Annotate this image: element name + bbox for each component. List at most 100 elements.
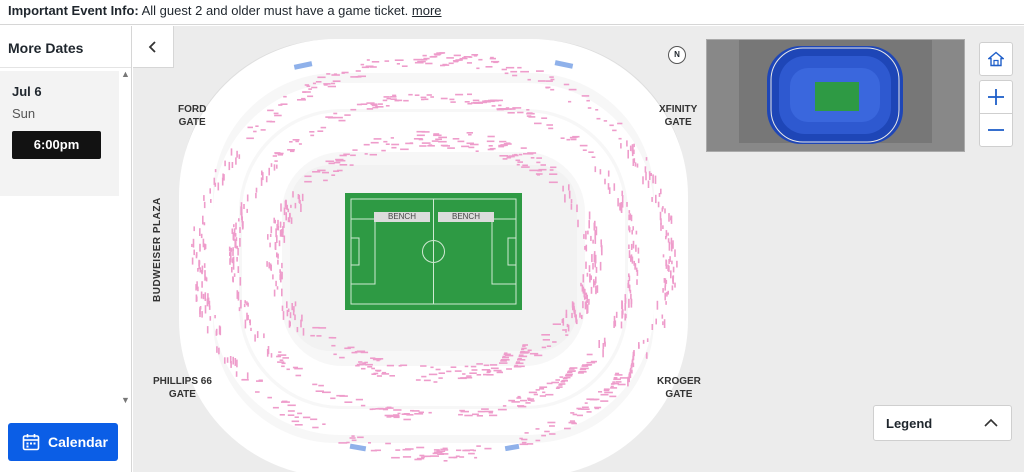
available-seat[interactable] [430,96,434,98]
available-seat[interactable] [383,140,388,143]
available-seat[interactable] [390,96,397,98]
available-seat[interactable] [266,261,268,267]
available-seat[interactable] [576,204,578,213]
available-seat[interactable] [535,173,543,175]
available-seat[interactable] [201,311,203,318]
available-seat[interactable] [582,149,587,151]
available-seat[interactable] [255,192,257,199]
available-seat[interactable] [586,272,589,277]
available-seat[interactable] [400,364,408,367]
available-seat[interactable] [309,131,315,133]
available-seat[interactable] [576,319,578,325]
available-seat[interactable] [419,145,427,147]
available-seat[interactable] [581,406,589,409]
available-seat[interactable] [615,311,618,318]
available-seat[interactable] [198,259,200,267]
available-seat[interactable] [519,443,529,446]
available-seat[interactable] [584,402,588,404]
available-seat[interactable] [209,188,211,194]
available-seat[interactable] [296,327,299,333]
available-seat[interactable] [244,319,247,329]
available-seat[interactable] [569,420,575,422]
available-seat[interactable] [517,359,526,361]
available-seat[interactable] [435,138,442,141]
available-seat[interactable] [486,371,491,374]
available-seat[interactable] [250,327,252,331]
available-seat[interactable] [588,265,591,272]
available-seat[interactable] [633,158,636,163]
available-seat[interactable] [420,96,427,99]
available-seat[interactable] [274,114,282,117]
available-seat[interactable] [577,372,584,374]
available-seat[interactable] [322,423,326,425]
available-seat[interactable] [416,130,426,133]
available-seat[interactable] [602,343,605,349]
available-seat[interactable] [636,163,639,168]
available-seat[interactable] [461,145,470,148]
available-seat[interactable] [343,153,350,156]
available-seat[interactable] [325,116,334,118]
available-seat[interactable] [431,140,439,142]
available-seat[interactable] [505,66,515,69]
available-seat[interactable] [610,387,618,389]
available-seat[interactable] [626,140,628,147]
available-seat[interactable] [612,129,617,132]
available-seat[interactable] [273,164,276,171]
available-seat[interactable] [408,93,413,96]
available-seat[interactable] [310,134,315,137]
available-seat[interactable] [502,356,509,359]
available-seat[interactable] [376,370,381,372]
available-seat[interactable] [276,252,278,258]
available-seat[interactable] [472,99,480,102]
available-seat[interactable] [323,179,328,182]
available-seat[interactable] [537,80,546,82]
available-seat[interactable] [565,329,567,333]
available-seat[interactable] [651,324,654,330]
available-seat[interactable] [462,373,466,375]
available-seat[interactable] [627,378,629,387]
available-seat[interactable] [648,171,651,180]
available-seat[interactable] [651,197,653,202]
scroll-down-icon[interactable]: ▼ [121,396,130,405]
available-seat[interactable] [524,351,530,353]
available-seat[interactable] [670,237,673,245]
available-seat[interactable] [344,401,353,403]
available-seat[interactable] [615,372,620,375]
available-seat[interactable] [214,169,217,173]
available-seat[interactable] [396,63,400,65]
available-seat[interactable] [290,217,293,224]
available-seat[interactable] [315,390,324,392]
available-seat[interactable] [307,95,314,98]
available-seat[interactable] [440,144,448,147]
available-seat[interactable] [384,60,390,62]
available-seat[interactable] [416,134,425,137]
available-seat[interactable] [364,153,368,155]
available-seat[interactable] [491,60,500,63]
available-seat[interactable] [621,202,624,208]
available-seat[interactable] [468,133,472,136]
available-seat[interactable] [316,335,322,337]
available-seat[interactable] [402,448,411,451]
available-seat[interactable] [664,208,666,214]
available-seat[interactable] [586,353,593,356]
available-seat[interactable] [459,456,465,458]
available-seat[interactable] [464,101,470,103]
available-seat[interactable] [652,174,654,184]
available-seat[interactable] [338,442,348,444]
available-seat[interactable] [215,330,218,336]
available-seat[interactable] [361,66,369,69]
available-seat[interactable] [457,377,467,380]
available-seat[interactable] [413,138,423,140]
available-seat[interactable] [545,80,553,82]
available-seat[interactable] [614,320,617,327]
available-seat[interactable] [534,122,542,125]
available-seat[interactable] [224,160,226,167]
available-seat[interactable] [330,397,336,400]
available-seat[interactable] [549,169,554,171]
available-seat[interactable] [273,289,276,297]
available-seat[interactable] [486,140,495,143]
available-seat[interactable] [588,151,594,153]
available-seat[interactable] [417,60,426,63]
available-seat[interactable] [598,340,600,348]
available-seat[interactable] [603,337,606,345]
